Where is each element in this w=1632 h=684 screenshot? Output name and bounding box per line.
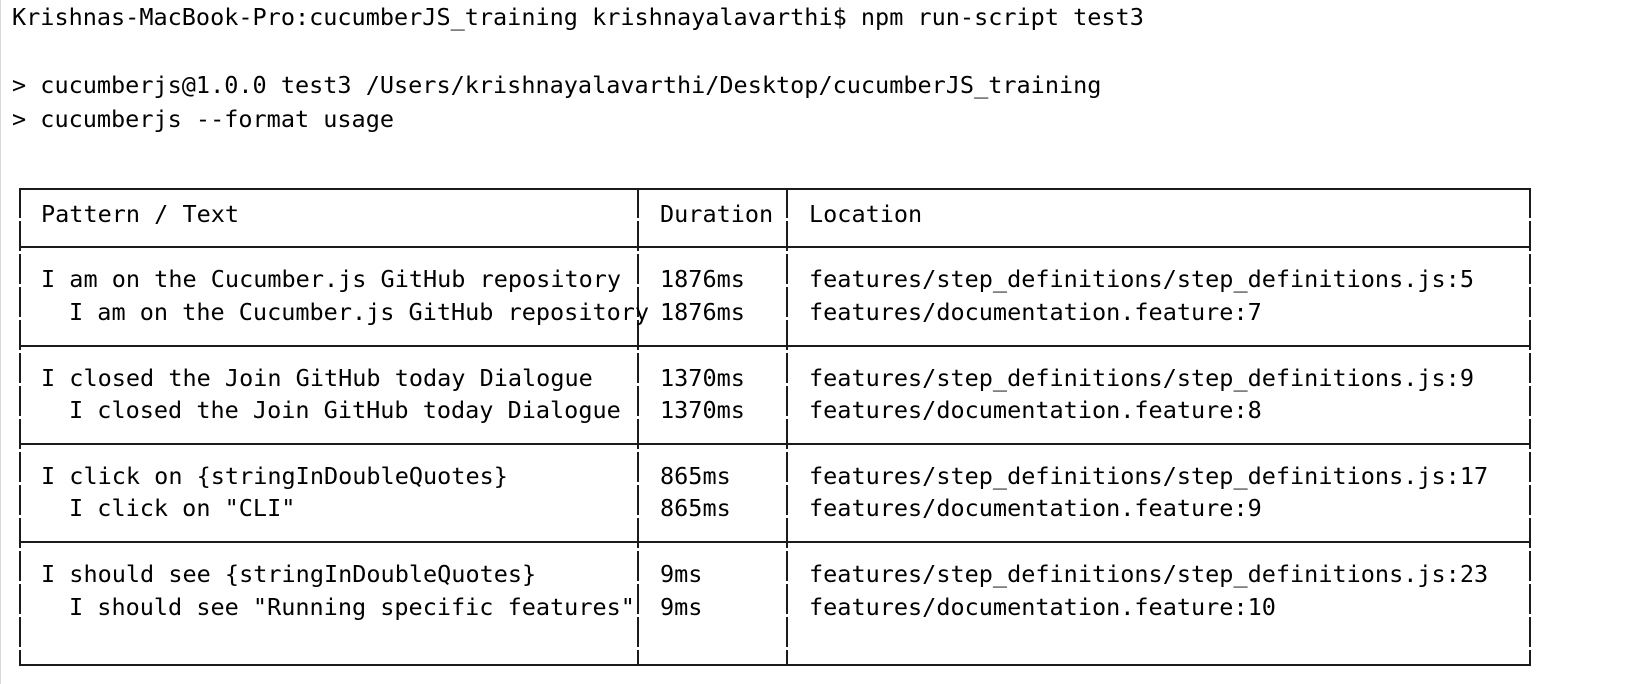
table-border-right [1529, 188, 1531, 666]
step-pattern-location: features/step_definitions/step_definitio… [809, 265, 1474, 293]
step-text-duration: 865ms [660, 494, 731, 522]
step-pattern: I should see {stringInDoubleQuotes} [41, 560, 537, 588]
column-divider-location [786, 188, 788, 666]
usage-table: Pattern / Text Duration Location I am on… [19, 188, 1531, 666]
table-divider [21, 246, 1529, 248]
step-pattern: I click on {stringInDoubleQuotes} [41, 462, 508, 490]
step-pattern-duration: 865ms [660, 462, 731, 490]
cucumber-command-echo: > cucumberjs --format usage [12, 105, 395, 133]
table-divider [21, 443, 1529, 445]
step-pattern-location: features/step_definitions/step_definitio… [809, 364, 1474, 392]
step-text-location: features/documentation.feature:10 [809, 593, 1276, 621]
step-text: I am on the Cucumber.js GitHub repositor… [69, 298, 650, 326]
step-text: I closed the Join GitHub today Dialogue [69, 396, 621, 424]
step-text-duration: 9ms [660, 593, 703, 621]
step-pattern-location: features/step_definitions/step_definitio… [809, 462, 1489, 490]
column-divider-duration [637, 188, 639, 666]
step-text-location: features/documentation.feature:8 [809, 396, 1262, 424]
step-text-duration: 1370ms [660, 396, 745, 424]
step-pattern-location: features/step_definitions/step_definitio… [809, 560, 1489, 588]
step-pattern-duration: 1876ms [660, 265, 745, 293]
step-text-location: features/documentation.feature:7 [809, 298, 1262, 326]
step-pattern-duration: 9ms [660, 560, 703, 588]
table-divider [21, 541, 1529, 543]
npm-script-echo: > cucumberjs@1.0.0 test3 /Users/krishnay… [12, 71, 1102, 99]
step-text: I click on "CLI" [69, 494, 296, 522]
step-pattern: I am on the Cucumber.js GitHub repositor… [41, 265, 622, 293]
step-text: I should see "Running specific features" [69, 593, 635, 621]
shell-prompt-command: Krishnas-MacBook-Pro:cucumberJS_training… [12, 3, 1144, 31]
table-divider [21, 345, 1529, 347]
header-pattern-text: Pattern / Text [41, 200, 240, 228]
window-left-border [0, 0, 1, 684]
header-duration: Duration [660, 200, 774, 228]
step-pattern: I closed the Join GitHub today Dialogue [41, 364, 593, 392]
step-pattern-duration: 1370ms [660, 364, 745, 392]
step-text-location: features/documentation.feature:9 [809, 494, 1262, 522]
step-text-duration: 1876ms [660, 298, 745, 326]
table-border-left [19, 188, 21, 666]
header-location: Location [809, 200, 923, 228]
